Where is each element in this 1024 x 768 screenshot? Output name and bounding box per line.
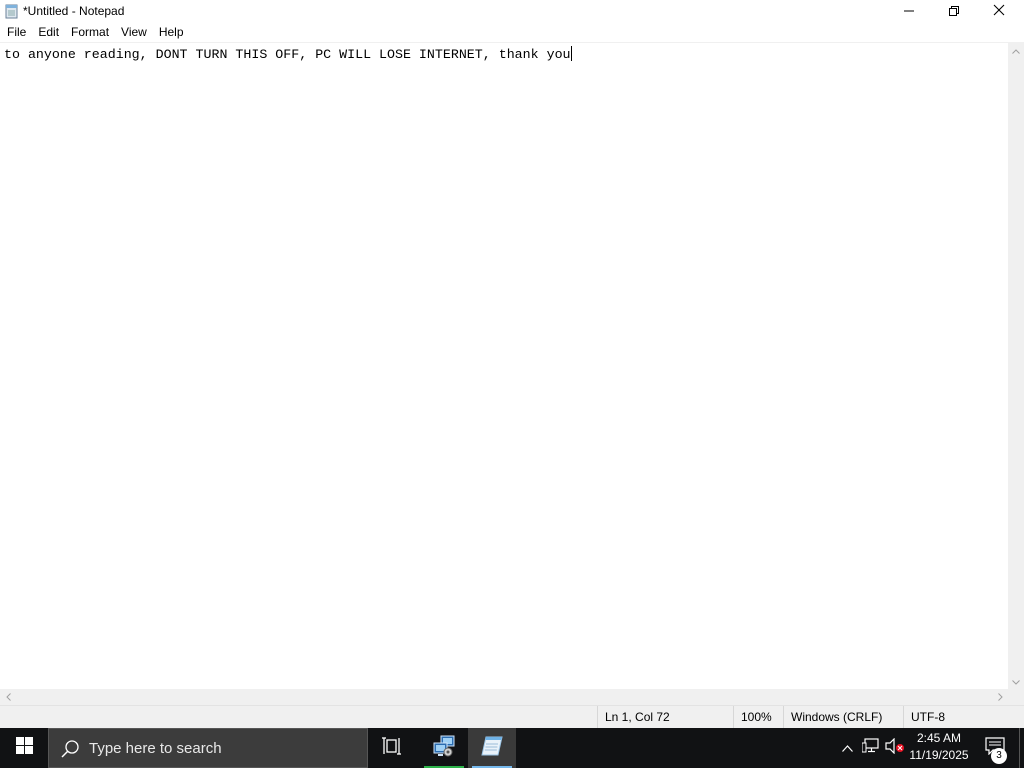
clock-time: 2:45 AM <box>916 731 962 745</box>
text-editor[interactable]: to anyone reading, DONT TURN THIS OFF, P… <box>0 42 1008 689</box>
show-hidden-icons-button[interactable] <box>838 728 856 768</box>
chevron-up-icon <box>841 739 853 757</box>
volume-muted-icon <box>885 737 905 759</box>
volume-tray-button[interactable] <box>884 728 906 768</box>
clock-date: 11/19/2025 <box>909 748 969 762</box>
search-placeholder: Type here to search <box>89 740 222 757</box>
task-view-icon <box>382 736 402 760</box>
scroll-up-button[interactable] <box>1008 42 1024 58</box>
menu-view[interactable]: View <box>115 23 153 42</box>
scroll-down-button[interactable] <box>1008 673 1024 689</box>
menu-file[interactable]: File <box>1 23 32 42</box>
minimize-icon <box>903 3 914 21</box>
remote-desktop-icon <box>432 734 456 763</box>
close-icon <box>993 3 1005 21</box>
windows-logo-icon <box>15 737 33 759</box>
status-zoom: 100% <box>733 706 783 729</box>
task-view-button[interactable] <box>368 728 416 768</box>
status-cursor-position: Ln 1, Col 72 <box>597 706 733 729</box>
chevron-left-icon <box>5 688 11 706</box>
taskbar-app-notepad[interactable] <box>468 728 516 768</box>
taskbar-clock[interactable]: 2:45 AM 11/19/2025 <box>906 730 972 766</box>
network-icon <box>861 737 880 759</box>
notepad-icon <box>480 735 504 762</box>
status-line-ending: Windows (CRLF) <box>783 706 903 729</box>
title-bar: *Untitled - Notepad <box>0 0 1024 23</box>
editor-content-line[interactable]: to anyone reading, DONT TURN THIS OFF, P… <box>4 46 572 62</box>
taskbar-search-box[interactable]: Type here to search <box>48 728 368 768</box>
taskbar-app-remote-desktop[interactable] <box>420 728 468 768</box>
menu-bar: File Edit Format View Help <box>0 23 1024 42</box>
horizontal-scrollbar[interactable] <box>0 689 1008 705</box>
notification-count-badge: 3 <box>991 748 1007 764</box>
status-encoding: UTF-8 <box>903 706 1024 729</box>
chevron-up-icon <box>1012 41 1020 59</box>
taskbar: Type here to search 2:45 AM 11/19/2025 3 <box>0 728 1024 768</box>
close-button[interactable] <box>976 0 1021 23</box>
notepad-icon[interactable] <box>4 4 19 19</box>
window-title: *Untitled - Notepad <box>23 4 125 18</box>
status-bar: Ln 1, Col 72 100% Windows (CRLF) UTF-8 <box>0 705 1024 729</box>
start-button[interactable] <box>0 728 48 768</box>
menu-format[interactable]: Format <box>65 23 115 42</box>
network-tray-button[interactable] <box>860 728 882 768</box>
chevron-right-icon <box>997 688 1003 706</box>
scroll-right-button[interactable] <box>992 689 1008 705</box>
text-caret <box>570 46 572 61</box>
scrollbar-corner <box>1008 689 1024 705</box>
editor-text: to anyone reading, DONT TURN THIS OFF, P… <box>4 47 571 62</box>
menu-edit[interactable]: Edit <box>32 23 65 42</box>
minimize-button[interactable] <box>886 0 931 23</box>
search-icon <box>60 739 80 759</box>
restore-button[interactable] <box>931 0 976 23</box>
chevron-down-icon <box>1012 672 1020 690</box>
vertical-scrollbar[interactable] <box>1008 42 1024 689</box>
restore-icon <box>948 3 959 21</box>
menu-help[interactable]: Help <box>153 23 190 42</box>
show-desktop-button[interactable] <box>1019 728 1024 768</box>
scroll-left-button[interactable] <box>0 689 16 705</box>
